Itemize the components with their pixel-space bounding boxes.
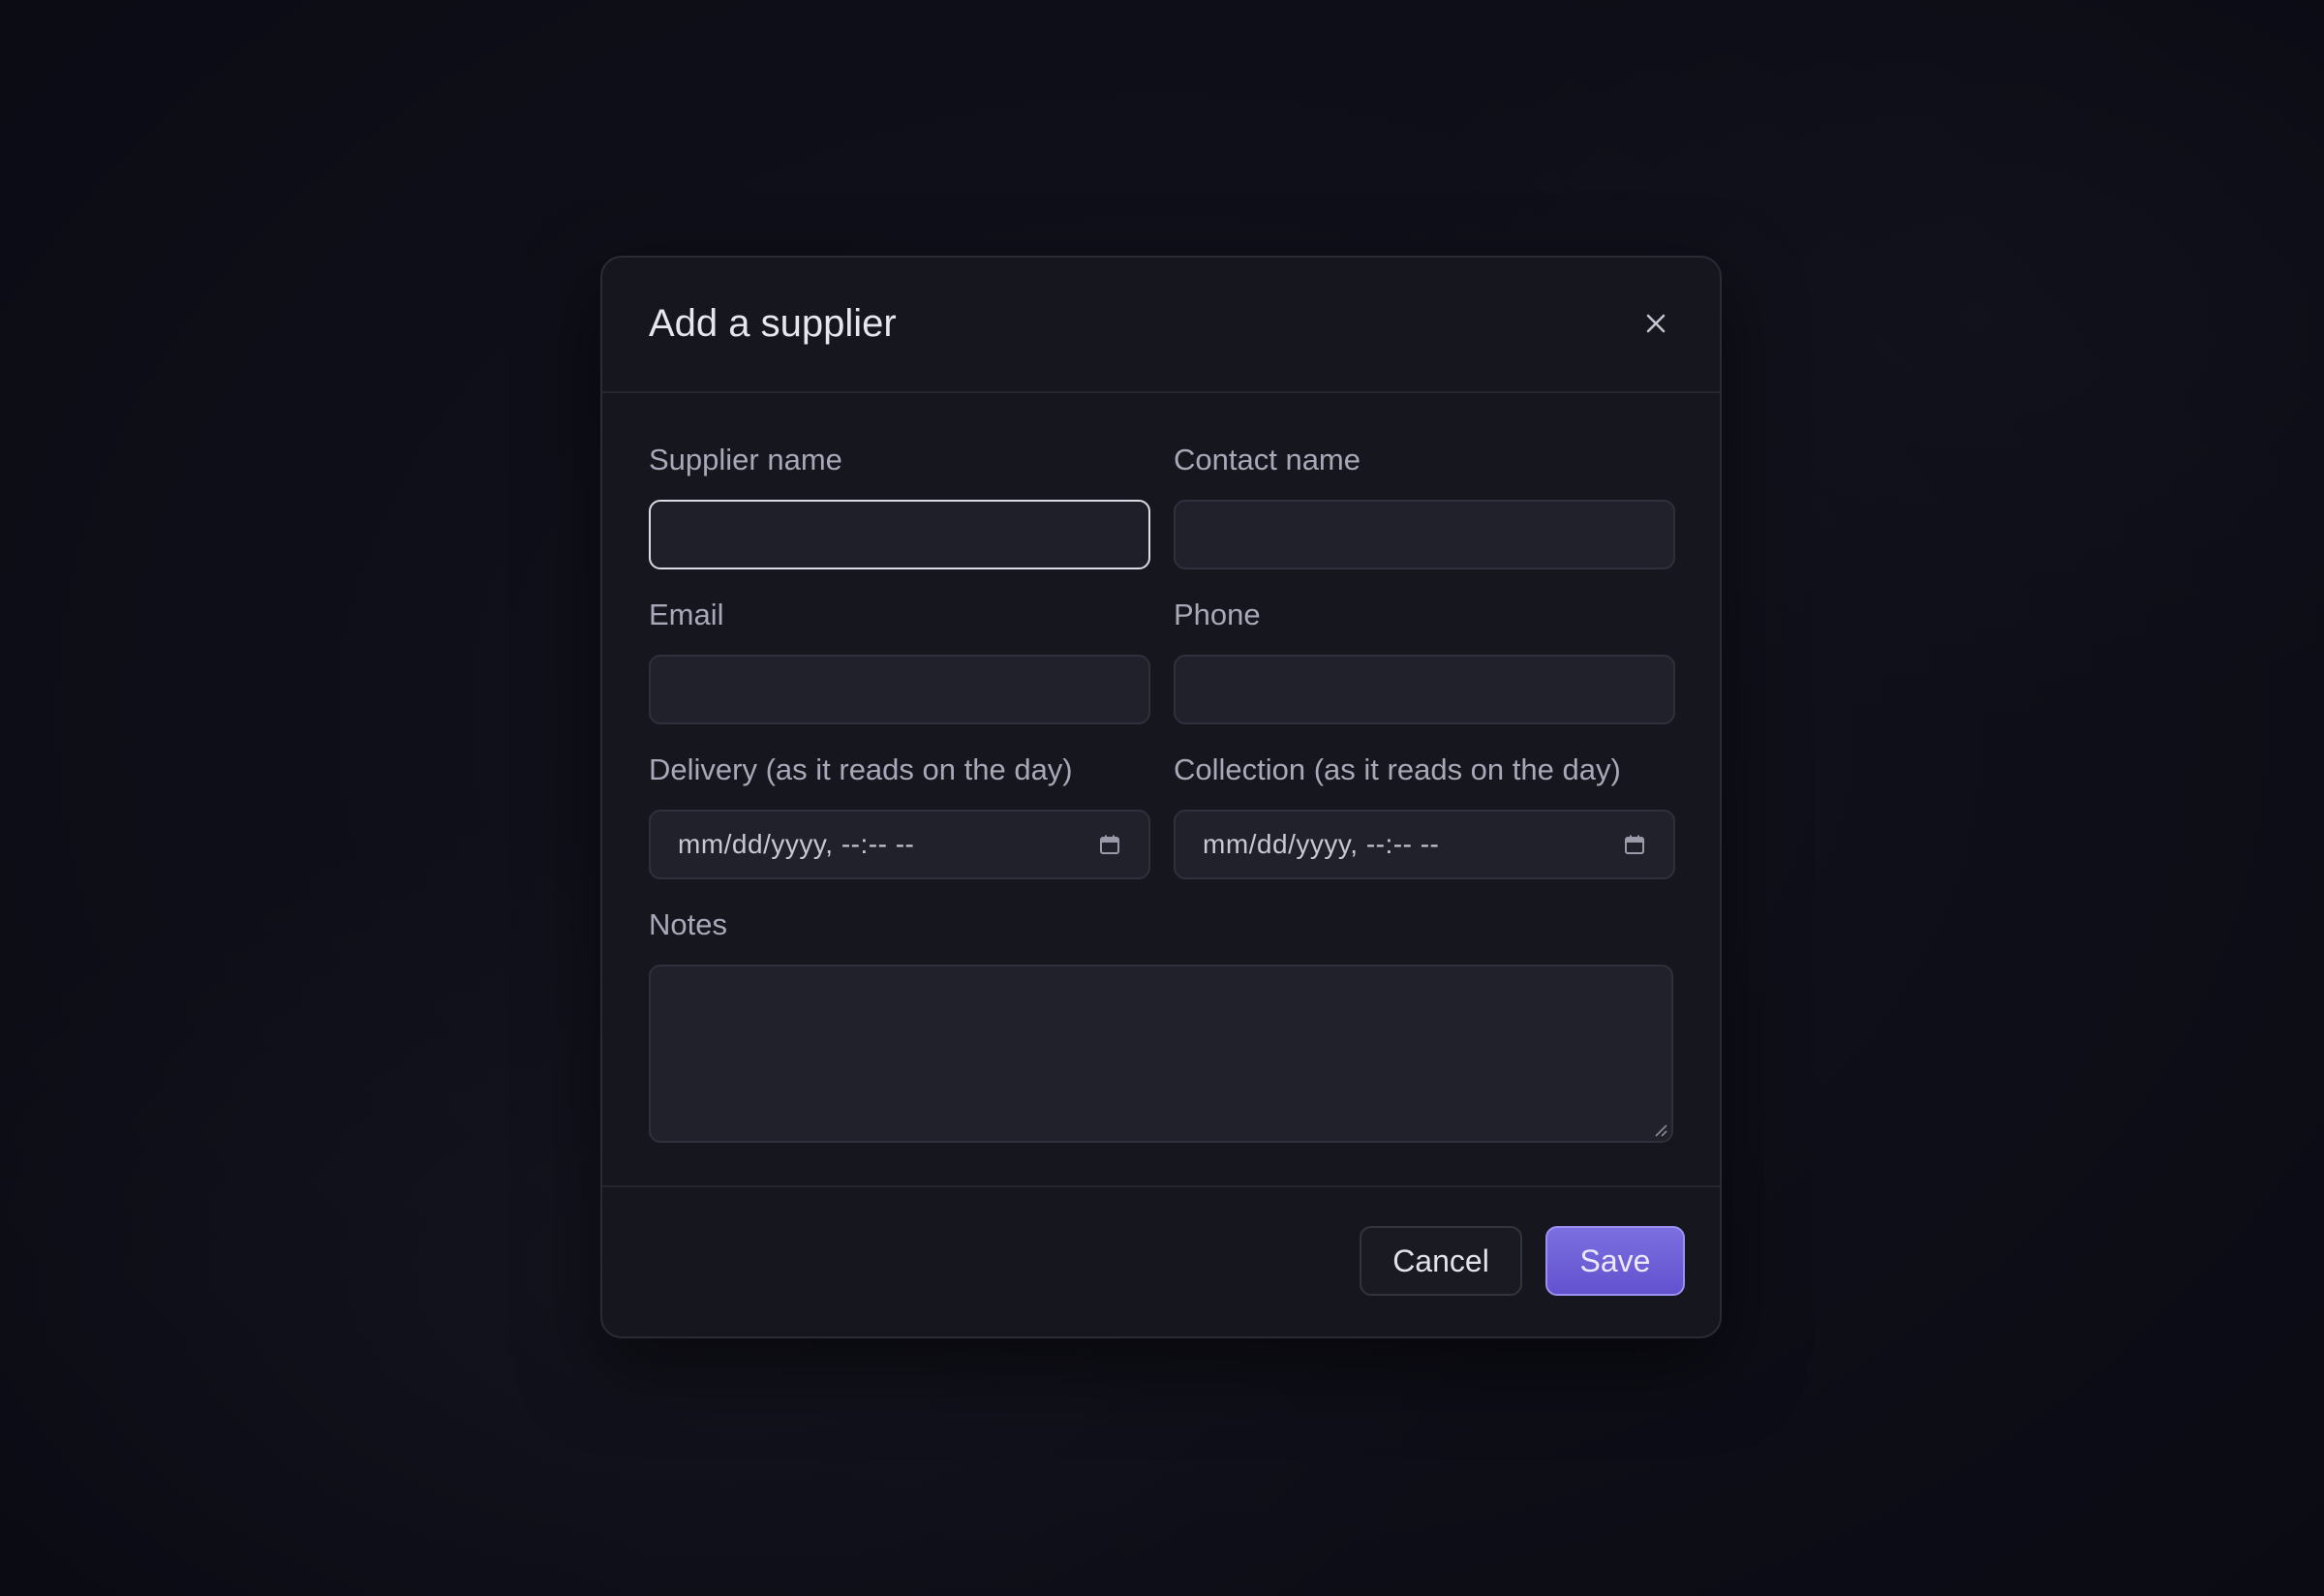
contact-name-label: Contact name xyxy=(1174,443,1361,476)
delivery-datetime-input[interactable]: mm/dd/yyyy, --:-- -- xyxy=(649,810,1150,879)
supplier-name-input[interactable] xyxy=(649,500,1150,569)
collection-datetime-input[interactable]: mm/dd/yyyy, --:-- -- xyxy=(1174,810,1675,879)
phone-label: Phone xyxy=(1174,598,1261,631)
phone-input[interactable] xyxy=(1174,655,1675,724)
delivery-label: Delivery (as it reads on the day) xyxy=(649,752,1073,786)
collection-label: Collection (as it reads on the day) xyxy=(1174,752,1621,786)
contact-name-input[interactable] xyxy=(1174,500,1675,569)
notes-label: Notes xyxy=(649,907,727,941)
notes-textarea[interactable] xyxy=(649,965,1673,1143)
save-button[interactable]: Save xyxy=(1545,1226,1685,1296)
dialog-header: Add a supplier xyxy=(602,258,1720,393)
dialog-footer: Cancel Save xyxy=(602,1185,1720,1336)
resize-grip-icon[interactable] xyxy=(1654,1123,1667,1137)
add-supplier-dialog: Add a supplier Supplier name Contact nam… xyxy=(600,256,1722,1338)
supplier-name-label: Supplier name xyxy=(649,443,842,476)
dialog-title: Add a supplier xyxy=(649,302,897,345)
collection-placeholder: mm/dd/yyyy, --:-- -- xyxy=(1203,829,1440,859)
calendar-icon[interactable] xyxy=(1098,833,1121,856)
email-input[interactable] xyxy=(649,655,1150,724)
calendar-icon[interactable] xyxy=(1623,833,1646,856)
close-button[interactable] xyxy=(1638,306,1673,341)
close-icon xyxy=(1646,314,1666,333)
email-label: Email xyxy=(649,598,724,631)
cancel-button[interactable]: Cancel xyxy=(1360,1226,1522,1296)
delivery-placeholder: mm/dd/yyyy, --:-- -- xyxy=(678,829,915,859)
